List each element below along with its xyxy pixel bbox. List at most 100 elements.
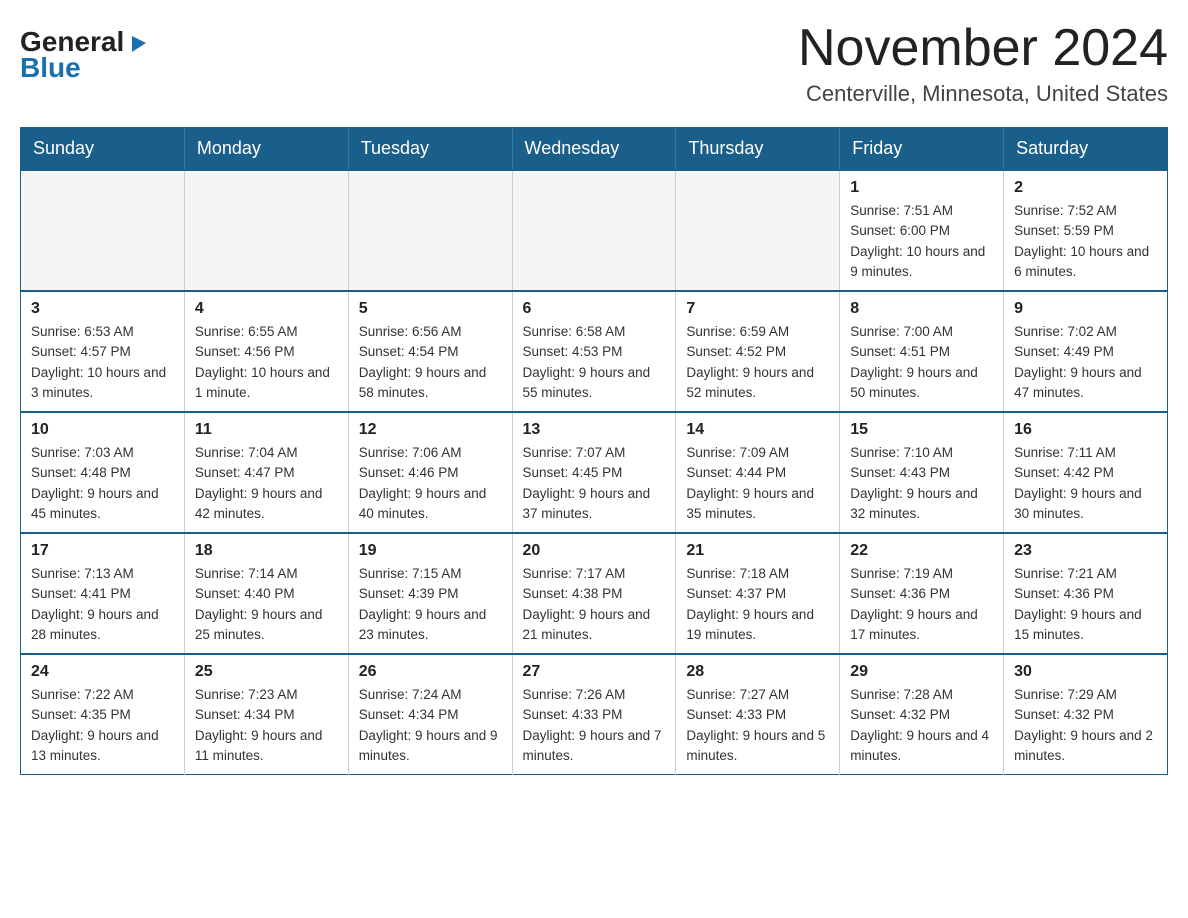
day-number: 12	[359, 421, 502, 439]
page-header: General Blue November 2024 Centerville, …	[20, 20, 1168, 107]
day-info: Sunrise: 7:02 AM Sunset: 4:49 PM Dayligh…	[1014, 322, 1157, 403]
calendar-cell: 2 Sunrise: 7:52 AM Sunset: 5:59 PM Daylig…	[1004, 170, 1168, 291]
day-number: 26	[359, 663, 502, 681]
day-number: 7	[686, 300, 829, 318]
day-info: Sunrise: 7:27 AM Sunset: 4:33 PM Dayligh…	[686, 685, 829, 766]
day-info: Sunrise: 7:09 AM Sunset: 4:44 PM Dayligh…	[686, 443, 829, 524]
calendar-cell: 7 Sunrise: 6:59 AM Sunset: 4:52 PM Daylig…	[676, 291, 840, 412]
location: Centerville, Minnesota, United States	[798, 81, 1168, 107]
logo-triangle-icon	[128, 32, 150, 54]
day-number: 5	[359, 300, 502, 318]
day-number: 8	[850, 300, 993, 318]
day-info: Sunrise: 7:14 AM Sunset: 4:40 PM Dayligh…	[195, 564, 338, 645]
day-info: Sunrise: 7:00 AM Sunset: 4:51 PM Dayligh…	[850, 322, 993, 403]
calendar-cell: 30 Sunrise: 7:29 AM Sunset: 4:32 PM Dayli…	[1004, 654, 1168, 775]
day-info: Sunrise: 7:15 AM Sunset: 4:39 PM Dayligh…	[359, 564, 502, 645]
calendar-cell: 8 Sunrise: 7:00 AM Sunset: 4:51 PM Daylig…	[840, 291, 1004, 412]
day-number: 25	[195, 663, 338, 681]
day-info: Sunrise: 7:51 AM Sunset: 6:00 PM Dayligh…	[850, 201, 993, 282]
weekday-header-wednesday: Wednesday	[512, 128, 676, 171]
calendar-cell: 5Sunrise: 6:56 AM Sunset: 4:54 PM Daylig…	[348, 291, 512, 412]
day-info: Sunrise: 7:06 AM Sunset: 4:46 PM Dayligh…	[359, 443, 502, 524]
day-number: 22	[850, 542, 993, 560]
day-number: 2	[1014, 179, 1157, 197]
weekday-header-thursday: Thursday	[676, 128, 840, 171]
day-info: Sunrise: 7:19 AM Sunset: 4:36 PM Dayligh…	[850, 564, 993, 645]
day-info: Sunrise: 7:23 AM Sunset: 4:34 PM Dayligh…	[195, 685, 338, 766]
weekday-header-saturday: Saturday	[1004, 128, 1168, 171]
day-number: 13	[523, 421, 666, 439]
calendar-cell: 3 Sunrise: 6:53 AM Sunset: 4:57 PM Daylig…	[21, 291, 185, 412]
calendar-cell: 22 Sunrise: 7:19 AM Sunset: 4:36 PM Dayli…	[840, 533, 1004, 654]
day-number: 20	[523, 542, 666, 560]
calendar-cell: 18 Sunrise: 7:14 AM Sunset: 4:40 PM Dayli…	[184, 533, 348, 654]
day-info: Sunrise: 6:58 AM Sunset: 4:53 PM Dayligh…	[523, 322, 666, 403]
day-number: 23	[1014, 542, 1157, 560]
calendar-cell: 6 Sunrise: 6:58 AM Sunset: 4:53 PM Daylig…	[512, 291, 676, 412]
calendar-cell: 16Sunrise: 7:11 AM Sunset: 4:42 PM Dayli…	[1004, 412, 1168, 533]
logo: General Blue	[20, 20, 150, 84]
calendar-cell: 29 Sunrise: 7:28 AM Sunset: 4:32 PM Dayli…	[840, 654, 1004, 775]
calendar-cell: 23 Sunrise: 7:21 AM Sunset: 4:36 PM Dayli…	[1004, 533, 1168, 654]
weekday-header-sunday: Sunday	[21, 128, 185, 171]
calendar-cell: 19 Sunrise: 7:15 AM Sunset: 4:39 PM Dayli…	[348, 533, 512, 654]
calendar-cell	[348, 170, 512, 291]
day-info: Sunrise: 7:04 AM Sunset: 4:47 PM Dayligh…	[195, 443, 338, 524]
calendar-cell: 1Sunrise: 7:51 AM Sunset: 6:00 PM Daylig…	[840, 170, 1004, 291]
day-info: Sunrise: 7:24 AM Sunset: 4:34 PM Dayligh…	[359, 685, 502, 766]
day-info: Sunrise: 7:13 AM Sunset: 4:41 PM Dayligh…	[31, 564, 174, 645]
day-info: Sunrise: 7:21 AM Sunset: 4:36 PM Dayligh…	[1014, 564, 1157, 645]
day-number: 10	[31, 421, 174, 439]
calendar-cell: 14 Sunrise: 7:09 AM Sunset: 4:44 PM Dayli…	[676, 412, 840, 533]
day-info: Sunrise: 7:17 AM Sunset: 4:38 PM Dayligh…	[523, 564, 666, 645]
calendar-week-4: 17 Sunrise: 7:13 AM Sunset: 4:41 PM Dayli…	[21, 533, 1168, 654]
day-number: 29	[850, 663, 993, 681]
calendar-cell: 26 Sunrise: 7:24 AM Sunset: 4:34 PM Dayli…	[348, 654, 512, 775]
day-info: Sunrise: 7:29 AM Sunset: 4:32 PM Dayligh…	[1014, 685, 1157, 766]
day-number: 11	[195, 421, 338, 439]
day-info: Sunrise: 7:07 AM Sunset: 4:45 PM Dayligh…	[523, 443, 666, 524]
day-number: 6	[523, 300, 666, 318]
day-number: 27	[523, 663, 666, 681]
day-number: 18	[195, 542, 338, 560]
weekday-header-friday: Friday	[840, 128, 1004, 171]
day-info: Sunrise: 7:22 AM Sunset: 4:35 PM Dayligh…	[31, 685, 174, 766]
day-number: 28	[686, 663, 829, 681]
title-block: November 2024 Centerville, Minnesota, Un…	[798, 20, 1168, 107]
day-info: Sunrise: 6:53 AM Sunset: 4:57 PM Dayligh…	[31, 322, 174, 403]
calendar-cell: 21 Sunrise: 7:18 AM Sunset: 4:37 PM Dayli…	[676, 533, 840, 654]
day-info: Sunrise: 7:03 AM Sunset: 4:48 PM Dayligh…	[31, 443, 174, 524]
calendar-cell	[21, 170, 185, 291]
calendar-week-1: 1Sunrise: 7:51 AM Sunset: 6:00 PM Daylig…	[21, 170, 1168, 291]
calendar-cell	[676, 170, 840, 291]
day-info: Sunrise: 7:28 AM Sunset: 4:32 PM Dayligh…	[850, 685, 993, 766]
calendar-cell: 11 Sunrise: 7:04 AM Sunset: 4:47 PM Dayli…	[184, 412, 348, 533]
calendar-cell: 9 Sunrise: 7:02 AM Sunset: 4:49 PM Daylig…	[1004, 291, 1168, 412]
calendar-week-3: 10 Sunrise: 7:03 AM Sunset: 4:48 PM Dayli…	[21, 412, 1168, 533]
day-info: Sunrise: 6:55 AM Sunset: 4:56 PM Dayligh…	[195, 322, 338, 403]
day-number: 19	[359, 542, 502, 560]
calendar-cell	[512, 170, 676, 291]
day-number: 17	[31, 542, 174, 560]
calendar-cell: 13 Sunrise: 7:07 AM Sunset: 4:45 PM Dayli…	[512, 412, 676, 533]
day-info: Sunrise: 7:26 AM Sunset: 4:33 PM Dayligh…	[523, 685, 666, 766]
calendar-cell: 10 Sunrise: 7:03 AM Sunset: 4:48 PM Dayli…	[21, 412, 185, 533]
day-info: Sunrise: 7:10 AM Sunset: 4:43 PM Dayligh…	[850, 443, 993, 524]
day-number: 24	[31, 663, 174, 681]
calendar-week-2: 3 Sunrise: 6:53 AM Sunset: 4:57 PM Daylig…	[21, 291, 1168, 412]
day-number: 30	[1014, 663, 1157, 681]
day-number: 9	[1014, 300, 1157, 318]
logo-blue: Blue	[20, 52, 81, 84]
calendar-cell: 4 Sunrise: 6:55 AM Sunset: 4:56 PM Daylig…	[184, 291, 348, 412]
calendar-cell	[184, 170, 348, 291]
day-info: Sunrise: 7:52 AM Sunset: 5:59 PM Dayligh…	[1014, 201, 1157, 282]
day-info: Sunrise: 6:59 AM Sunset: 4:52 PM Dayligh…	[686, 322, 829, 403]
day-info: Sunrise: 7:18 AM Sunset: 4:37 PM Dayligh…	[686, 564, 829, 645]
calendar-cell: 20 Sunrise: 7:17 AM Sunset: 4:38 PM Dayli…	[512, 533, 676, 654]
day-number: 4	[195, 300, 338, 318]
calendar-cell: 12 Sunrise: 7:06 AM Sunset: 4:46 PM Dayli…	[348, 412, 512, 533]
day-number: 14	[686, 421, 829, 439]
calendar-cell: 27 Sunrise: 7:26 AM Sunset: 4:33 PM Dayli…	[512, 654, 676, 775]
day-number: 3	[31, 300, 174, 318]
day-number: 21	[686, 542, 829, 560]
